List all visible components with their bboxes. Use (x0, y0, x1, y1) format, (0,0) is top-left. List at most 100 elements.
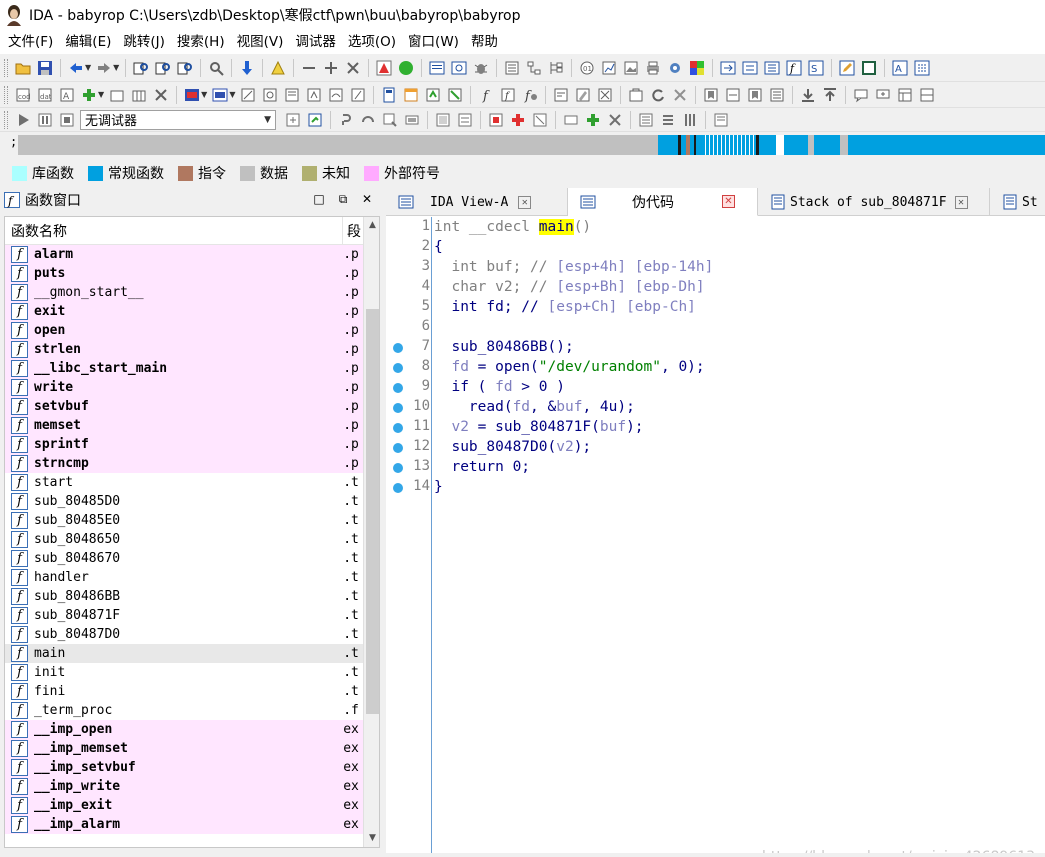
function-row[interactable]: f alarm .p (5, 245, 363, 264)
minimize-icon[interactable]: □ (312, 192, 326, 206)
breakpoint-dot-icon[interactable] (393, 403, 403, 413)
notepad-icon[interactable] (402, 86, 420, 104)
line-number[interactable]: 9 (386, 378, 432, 398)
line-number[interactable]: 5 (386, 298, 432, 318)
close-icon[interactable]: ✕ (722, 195, 735, 208)
refresh-icon[interactable] (649, 86, 667, 104)
close-icon[interactable] (344, 59, 362, 77)
data-icon[interactable]: dat (36, 86, 54, 104)
code-line-5[interactable]: int fd; // [esp+Ch] [ebp-Ch] (434, 297, 695, 317)
function-row[interactable]: f _term_proc .f (5, 701, 363, 720)
menu-debugger[interactable]: 调试器 (289, 31, 342, 53)
search-next-icon[interactable] (207, 59, 225, 77)
breakpoint-list-icon[interactable] (434, 111, 452, 129)
function-row[interactable]: f __libc_start_main .p (5, 359, 363, 378)
layout-split-icon[interactable] (918, 86, 936, 104)
attach-run-icon[interactable] (306, 111, 324, 129)
function-row[interactable]: f __imp_alarm ex (5, 815, 363, 834)
edit-icon[interactable] (838, 59, 856, 77)
search-binary-icon[interactable] (132, 59, 150, 77)
step-over-icon[interactable] (359, 111, 377, 129)
print-icon[interactable] (644, 59, 662, 77)
code-line-3[interactable]: int buf; // [esp+4h] [ebp-14h] (434, 257, 713, 277)
function-row[interactable]: f start .t (5, 473, 363, 492)
function-row[interactable]: f open .p (5, 321, 363, 340)
breakpoint-dot-icon[interactable] (393, 463, 403, 473)
open-folder-icon[interactable] (14, 59, 32, 77)
trace-clear-icon[interactable] (531, 111, 549, 129)
function-row[interactable]: f strlen .p (5, 340, 363, 359)
menu-help[interactable]: 帮助 (465, 31, 504, 53)
offset-icon[interactable] (239, 86, 257, 104)
code-line-14[interactable]: } (434, 477, 443, 497)
list-view-icon[interactable] (503, 59, 521, 77)
message-add-icon[interactable] (874, 86, 892, 104)
graph-view-icon[interactable] (525, 59, 543, 77)
function-row[interactable]: f write .p (5, 378, 363, 397)
chevron-down-icon[interactable]: ▼ (229, 90, 235, 99)
chevron-down-icon[interactable]: ▼ (98, 90, 104, 99)
close-icon[interactable]: ✕ (360, 192, 374, 206)
menu-jump[interactable]: 跳转(J) (117, 31, 171, 53)
jump-mark-icon[interactable] (724, 86, 742, 104)
function-row[interactable]: f handler .t (5, 568, 363, 587)
import-icon[interactable] (741, 59, 759, 77)
restore-icon[interactable]: ⧉ (336, 192, 350, 206)
back-arrow-icon[interactable] (67, 59, 85, 77)
navigation-bar[interactable] (18, 135, 1045, 155)
column-header-name[interactable]: 函数名称 (5, 217, 343, 244)
toolbar-grip[interactable] (4, 58, 8, 77)
tab-stack-of-sub-804871f[interactable]: Stack of sub_804871F ✕ (758, 188, 990, 216)
pause-icon[interactable] (36, 111, 54, 129)
code-line-4[interactable]: char v2; // [esp+Bh] [ebp-Dh] (434, 277, 704, 297)
menu-search[interactable]: 搜索(H) (171, 31, 231, 53)
breakpoint-dot-icon[interactable] (393, 383, 403, 393)
offset-struct-icon[interactable] (283, 86, 301, 104)
export-icon[interactable] (719, 59, 737, 77)
hex-view-icon[interactable] (450, 59, 468, 77)
function-row[interactable]: f sprintf .p (5, 435, 363, 454)
thread-list-icon[interactable] (659, 111, 677, 129)
breakpoint-dot-icon[interactable] (393, 423, 403, 433)
tracing-icon[interactable] (562, 111, 580, 129)
function-row[interactable]: f exit .p (5, 302, 363, 321)
scrollbar-thumb[interactable] (366, 309, 379, 714)
step-out-icon[interactable] (403, 111, 421, 129)
code-line-8[interactable]: fd = open("/dev/urandom", 0); (434, 357, 704, 377)
char-icon[interactable] (349, 86, 367, 104)
search-text-icon[interactable] (154, 59, 172, 77)
collapse-icon[interactable] (300, 59, 318, 77)
number-icon[interactable]: 01 (578, 59, 596, 77)
patch-icon[interactable] (627, 86, 645, 104)
run-icon[interactable] (397, 59, 415, 77)
comment-icon[interactable] (552, 86, 570, 104)
rename-icon[interactable] (574, 86, 592, 104)
module-list-icon[interactable] (681, 111, 699, 129)
add-icon[interactable] (80, 86, 98, 104)
gear-icon[interactable] (666, 59, 684, 77)
menu-view[interactable]: 视图(V) (231, 31, 290, 53)
function-row[interactable]: f sub_80485D0 .t (5, 492, 363, 511)
line-number[interactable]: 2 (386, 238, 432, 258)
breakpoint-dot-icon[interactable] (393, 343, 403, 353)
code-line-7[interactable]: sub_80486BB(); (434, 337, 573, 357)
trace-add-icon[interactable] (509, 111, 527, 129)
tracing-add-icon[interactable] (584, 111, 602, 129)
save-icon[interactable] (36, 59, 54, 77)
function-row[interactable]: f __imp_open ex (5, 720, 363, 739)
horizontal-scrollbar[interactable] (386, 853, 1045, 857)
breakpoint-dot-icon[interactable] (393, 483, 403, 493)
bookmark-icon[interactable] (746, 86, 764, 104)
code-line-9[interactable]: if ( fd > 0 ) (434, 377, 565, 397)
watch-list-icon[interactable] (456, 111, 474, 129)
function-icon[interactable]: f (785, 59, 803, 77)
function-row[interactable]: f fini .t (5, 682, 363, 701)
delete-icon[interactable] (671, 86, 689, 104)
function-row[interactable]: f sub_80487D0 .t (5, 625, 363, 644)
message-icon[interactable] (852, 86, 870, 104)
stack-trace-icon[interactable] (637, 111, 655, 129)
function-row[interactable]: f init .t (5, 663, 363, 682)
step-into-icon[interactable] (337, 111, 355, 129)
play-icon[interactable] (14, 111, 32, 129)
function-row[interactable]: f main .t (5, 644, 363, 663)
